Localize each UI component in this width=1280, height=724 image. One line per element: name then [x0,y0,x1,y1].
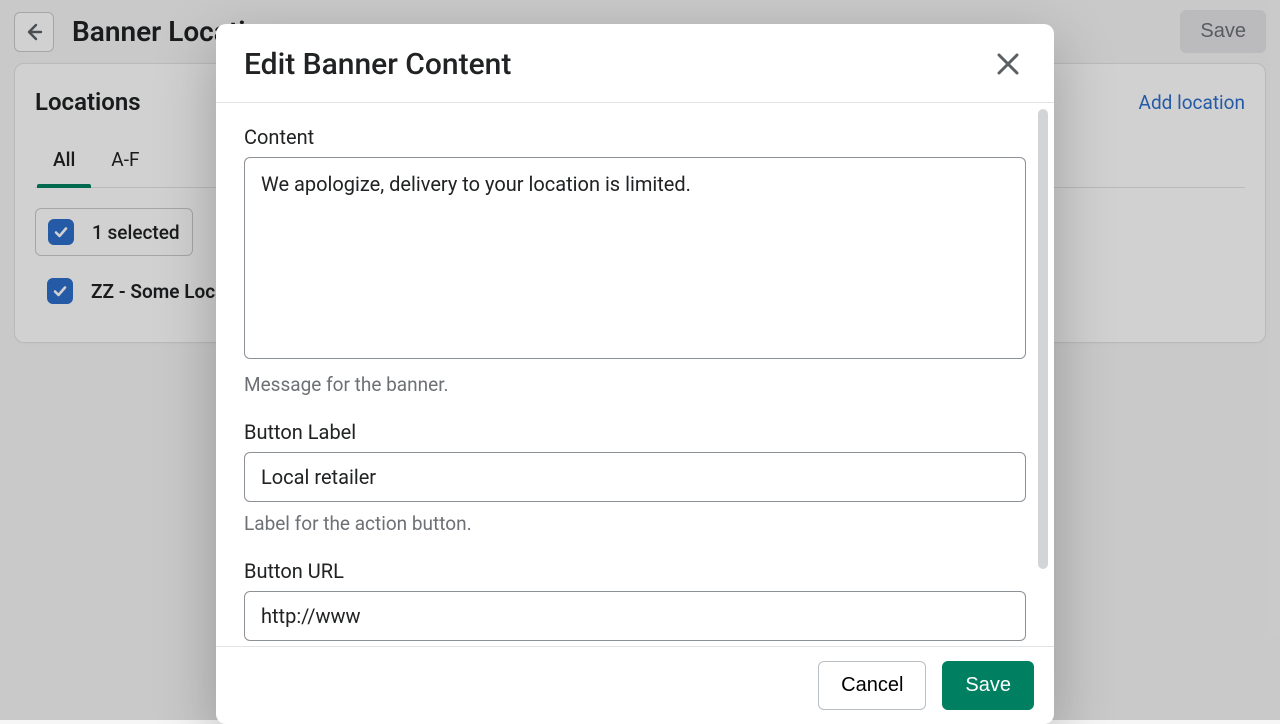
modal-body[interactable]: Content Message for the banner. Button L… [216,103,1054,646]
button-label-label: Button Label [244,420,1026,444]
button-label-field: Button Label Label for the action button… [244,420,1026,535]
edit-banner-modal: Edit Banner Content Content Message for … [216,24,1054,724]
scrollbar[interactable] [1038,109,1048,569]
modal-title: Edit Banner Content [244,47,511,82]
button-url-field: Button URL [244,559,1026,641]
save-button[interactable]: Save [942,661,1034,710]
button-url-label: Button URL [244,559,1026,583]
cancel-button[interactable]: Cancel [818,661,926,710]
modal-body-wrap: Content Message for the banner. Button L… [216,103,1054,646]
modal-header: Edit Banner Content [216,24,1054,103]
content-help: Message for the banner. [244,373,1026,396]
content-field: Content Message for the banner. [244,125,1026,396]
modal-footer: Cancel Save [216,646,1054,724]
button-url-input[interactable] [244,591,1026,641]
button-label-input[interactable] [244,452,1026,502]
button-label-help: Label for the action button. [244,512,1026,535]
close-button[interactable] [990,46,1026,82]
content-label: Content [244,125,1026,149]
close-icon [995,51,1021,77]
content-input[interactable] [244,157,1026,359]
